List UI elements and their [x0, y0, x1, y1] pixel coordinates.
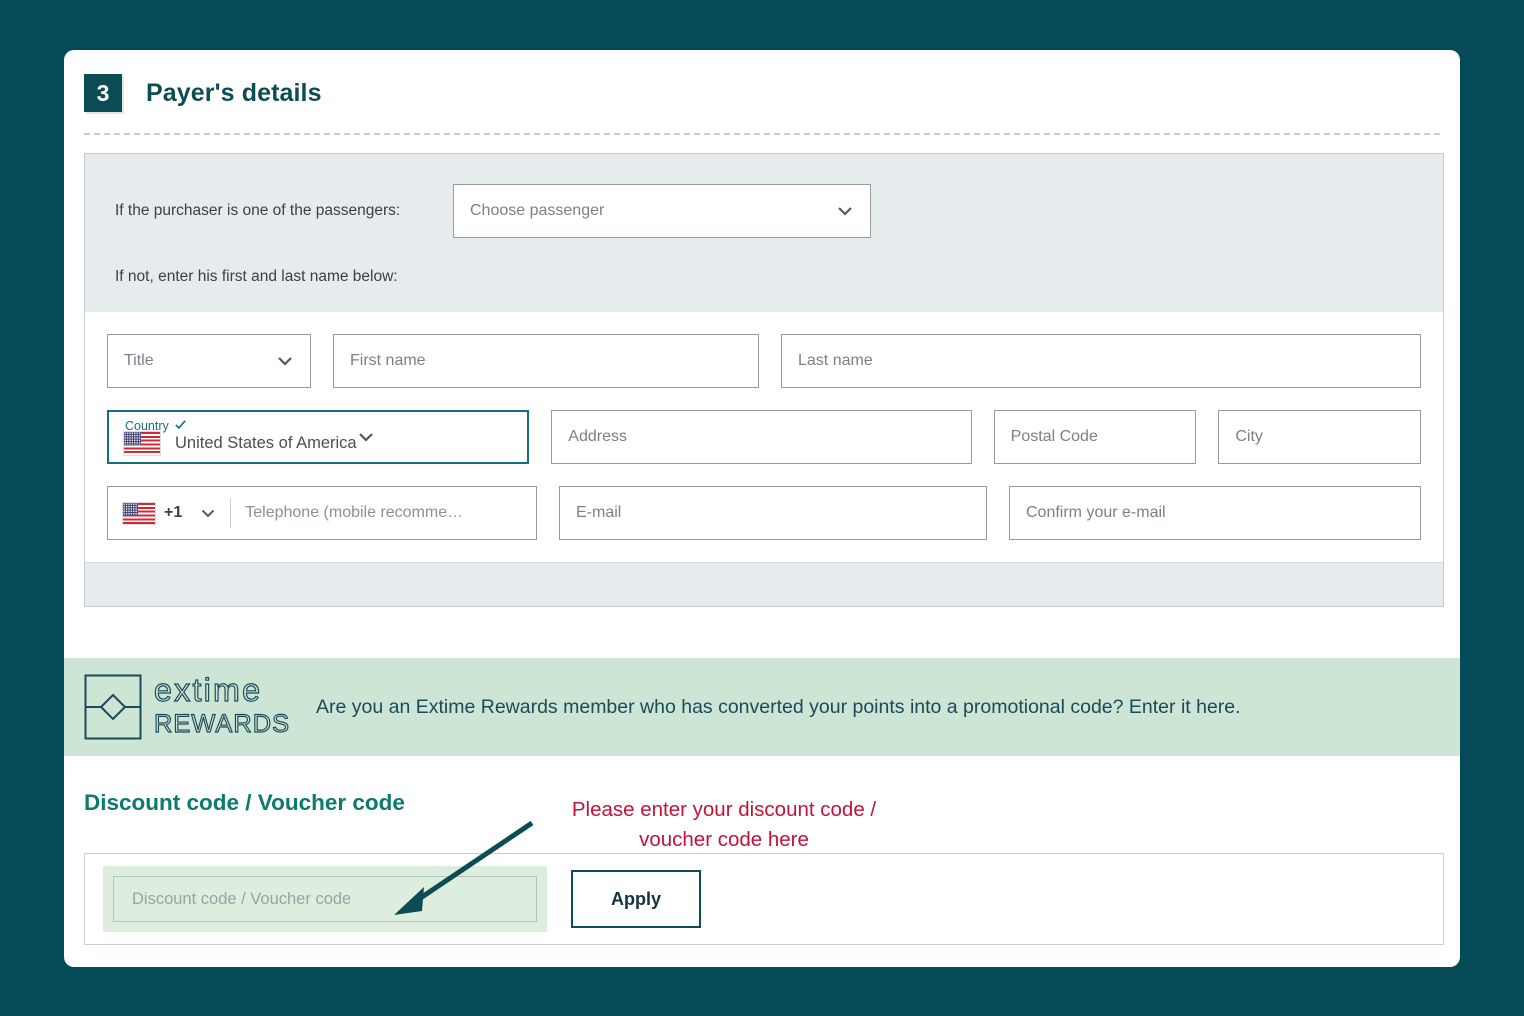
extime-diamond-mark-icon	[84, 674, 142, 740]
purchaser-panel: If the purchaser is one of the passenger…	[85, 154, 1443, 312]
last-name-input[interactable]: Last name	[781, 334, 1421, 388]
country-value: United States of America	[175, 433, 357, 452]
email-input[interactable]: E-mail	[559, 486, 987, 540]
svg-text:REWARDS: REWARDS	[154, 710, 290, 738]
extime-rewards-logo: extime REWARDS	[84, 674, 294, 740]
chevron-down-icon	[836, 202, 854, 220]
chevron-down-icon	[276, 352, 294, 370]
purchaser-hint: If not, enter his first and last name be…	[115, 268, 398, 285]
last-name-placeholder: Last name	[798, 352, 873, 369]
country-code-select[interactable]: +1	[122, 501, 216, 525]
email-placeholder: E-mail	[576, 504, 622, 521]
title-select[interactable]: Title	[107, 334, 311, 388]
first-name-input[interactable]: First name	[333, 334, 759, 388]
address-input[interactable]: Address	[551, 410, 972, 464]
discount-section-title: Discount code / Voucher code	[84, 790, 405, 815]
extime-rewards-banner: extime REWARDS Are you an Extime Rewards…	[64, 658, 1460, 756]
telephone-input[interactable]: Telephone (mobile recomme…	[245, 504, 536, 522]
extime-word-top: extime	[154, 674, 294, 710]
us-flag-icon	[123, 430, 161, 456]
postal-code-placeholder: Postal Code	[1010, 428, 1098, 445]
chevron-down-icon	[200, 505, 216, 521]
payer-details-card: 3 Payer's details If the purchaser is on…	[64, 50, 1460, 967]
extime-wordmark: extime REWARDS	[154, 674, 294, 740]
purchaser-label: If the purchaser is one of the passenger…	[115, 202, 401, 219]
rewards-message: Are you an Extime Rewards member who has…	[316, 695, 1241, 718]
payer-fields: Title First name Last name Country Unite…	[85, 312, 1443, 540]
city-placeholder: City	[1235, 428, 1263, 445]
address-placeholder: Address	[568, 428, 627, 445]
check-icon	[174, 418, 187, 433]
country-value-group: United States of America	[123, 430, 357, 456]
header-divider	[84, 133, 1440, 135]
postal-code-input[interactable]: Postal Code	[993, 410, 1197, 464]
chevron-down-icon	[357, 428, 375, 446]
discount-input-highlight: Discount code / Voucher code	[103, 866, 547, 932]
form-footer-band	[85, 562, 1443, 606]
discount-code-input[interactable]: Discount code / Voucher code	[113, 876, 537, 922]
first-name-placeholder: First name	[350, 352, 426, 369]
page-root: 3 Payer's details If the purchaser is on…	[0, 0, 1524, 1016]
us-flag-icon	[122, 501, 156, 525]
svg-text:extime: extime	[154, 674, 262, 708]
address-row: Country United States of America Address…	[107, 410, 1422, 464]
name-row: Title First name Last name	[107, 334, 1421, 388]
page-title: Payer's details	[146, 78, 322, 107]
city-input[interactable]: City	[1218, 410, 1422, 464]
phone-divider	[230, 498, 232, 528]
purchaser-row: If the purchaser is one of the passenger…	[115, 184, 1413, 238]
apply-button[interactable]: Apply	[571, 870, 701, 928]
telephone-field-group: +1 Telephone (mobile recomme…	[107, 486, 537, 540]
country-code-value: +1	[164, 504, 183, 521]
choose-passenger-value: Choose passenger	[470, 202, 605, 219]
confirm-email-input[interactable]: Confirm your e-mail	[1009, 486, 1421, 540]
discount-code-box: Discount code / Voucher code Apply	[84, 853, 1444, 945]
payer-form-box: If the purchaser is one of the passenger…	[84, 153, 1444, 607]
step-number-badge: 3	[84, 74, 122, 112]
extime-word-bottom: REWARDS	[154, 710, 294, 740]
contact-row: +1 Telephone (mobile recomme… E-mail Con…	[107, 486, 1421, 540]
choose-passenger-select[interactable]: Choose passenger	[453, 184, 871, 238]
confirm-email-placeholder: Confirm your e-mail	[1026, 504, 1166, 521]
country-select[interactable]: Country United States of America	[107, 410, 530, 464]
step-header: 3 Payer's details	[84, 74, 322, 112]
title-select-value: Title	[124, 352, 154, 369]
